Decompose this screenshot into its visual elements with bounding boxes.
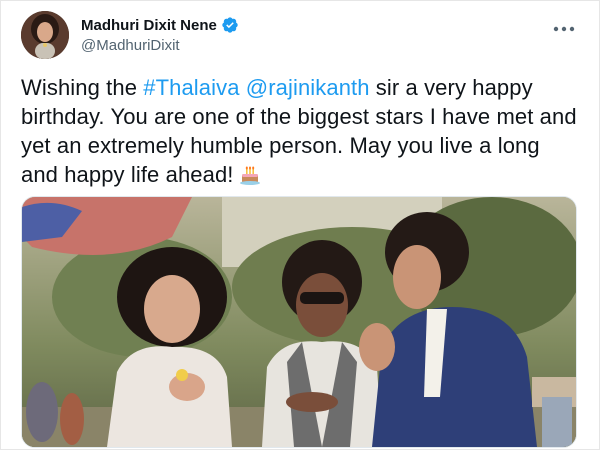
more-options-icon[interactable] [551,19,577,39]
photo-image [22,197,576,447]
tweet-header: Madhuri Dixit Nene @MadhuriDixit [21,11,579,59]
author-identity: Madhuri Dixit Nene @MadhuriDixit [81,15,239,54]
verified-badge-icon [221,16,239,34]
name-row: Madhuri Dixit Nene [81,15,239,35]
avatar[interactable] [21,11,69,59]
author-handle[interactable]: @MadhuriDixit [81,37,239,54]
display-name[interactable]: Madhuri Dixit Nene [81,17,217,34]
tweet-card: Madhuri Dixit Nene @MadhuriDixit Wishing… [0,0,600,450]
text-segment: Wishing the [21,75,144,100]
hashtag-link[interactable]: #Thalaiva [143,75,239,100]
tweet-photo[interactable] [21,196,577,448]
birthday-cake-icon [238,162,262,186]
avatar-image [21,11,69,59]
tweet-text: Wishing the #Thalaiva @rajinikanth sir a… [21,73,581,189]
mention-link[interactable]: @rajinikanth [246,75,370,100]
